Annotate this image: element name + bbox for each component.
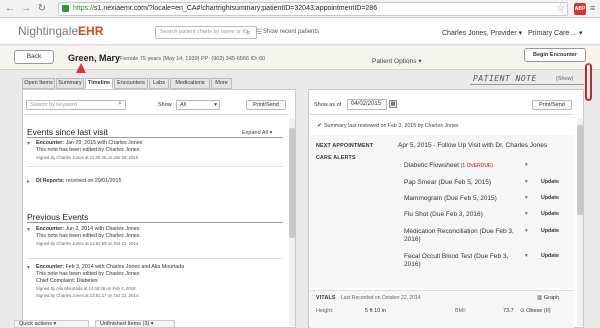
- care-alert-item[interactable]: Diabetic Flowsheet (1 OVERDUE): [404, 162, 493, 169]
- patient-note-title: PATIENT NOTE: [473, 74, 537, 83]
- browser-menu-icon[interactable]: ≡: [590, 3, 598, 13]
- begin-encounter-button[interactable]: Begin Encounter: [524, 48, 586, 62]
- checkmark-icon: ✔: [317, 123, 323, 129]
- recent-patients-link[interactable]: Show recent patients: [263, 29, 319, 35]
- patient-info: Female 75 years (May 14, 1939) PP: (902)…: [120, 56, 266, 62]
- show-filter-select[interactable]: All ▾: [176, 100, 220, 110]
- left-scrollbar-thumb[interactable]: [289, 128, 295, 238]
- paperclip-icon: [585, 63, 592, 101]
- practice-dropdown[interactable]: Primary Care ... ▾: [528, 29, 582, 37]
- reload-icon[interactable]: ↻: [36, 3, 48, 15]
- care-alert-item[interactable]: Pap Smear (Due Feb 5, 2015): [404, 179, 491, 186]
- care-alert-item[interactable]: Medication Reconciliation (Due Feb 3, 201…: [404, 228, 522, 244]
- left-print-send-button[interactable]: Print/Send: [246, 100, 286, 110]
- as-of-date-input[interactable]: 04/02/2015: [347, 99, 387, 110]
- timeline-event-encounter[interactable]: Encounter: Jun 2, 2014 with Charles Jone…: [36, 226, 276, 247]
- tab-labs[interactable]: Labs: [149, 78, 169, 89]
- events-since-title: Events since last visit: [27, 127, 108, 137]
- collapse-chevron-icon[interactable]: ▾: [27, 226, 30, 233]
- care-alert-item[interactable]: Fecal Occult Blood Test (Due Feb 3, 2016): [404, 253, 522, 269]
- right-scrollbar-thumb[interactable]: [577, 125, 583, 215]
- height-label: Height:: [316, 308, 334, 314]
- bookmark-star-icon[interactable]: ☆: [556, 3, 565, 14]
- address-bar[interactable]: https://s1.nexiaemr.com/?locale=en_CA#!c…: [58, 2, 568, 16]
- keyword-search-icon[interactable]: ⌕: [118, 100, 122, 108]
- tab-summary[interactable]: Summary: [56, 78, 84, 89]
- app-logo[interactable]: NightingaleEHR: [18, 24, 103, 38]
- height-value: 5 ft 10 in: [365, 308, 387, 314]
- right-print-send-button[interactable]: Print/Send: [532, 100, 572, 110]
- calendar-icon[interactable]: ▦: [389, 100, 397, 108]
- previous-events-title: Previous Events: [27, 212, 89, 222]
- vitals-label: VITALS: [316, 295, 336, 301]
- tab-medications[interactable]: Medications: [170, 78, 210, 89]
- alert-update-link[interactable]: Update: [541, 195, 559, 201]
- show-as-of-label: Show as of: [314, 102, 342, 108]
- right-toolbar-divider: [310, 114, 574, 115]
- alert-update-link[interactable]: Update: [541, 228, 559, 234]
- collapse-chevron-icon[interactable]: ▾: [27, 140, 30, 147]
- recent-patients-icon[interactable]: ☰: [256, 28, 262, 36]
- alert-update-link[interactable]: Update: [541, 211, 559, 217]
- care-alerts-label: CARE ALERTS: [316, 155, 356, 161]
- alert-update-link[interactable]: Update: [541, 179, 559, 185]
- tab-open-items[interactable]: Open Items: [22, 78, 55, 89]
- alert-update-link[interactable]: Update: [541, 253, 559, 259]
- patient-note-show-link[interactable]: (Show): [556, 76, 573, 82]
- back-button[interactable]: Back: [14, 50, 54, 64]
- bmi-status: ⊙ Obese (II): [520, 308, 551, 314]
- tab-encounters[interactable]: Encounters: [114, 78, 148, 89]
- adblock-extension-icon[interactable]: ABP: [574, 3, 586, 15]
- back-arrow-icon[interactable]: ←: [4, 3, 16, 15]
- bmi-label: BMI:: [455, 308, 467, 314]
- care-alert-item[interactable]: Mammogram (Due Feb 5, 2015): [404, 195, 497, 202]
- patient-search-input[interactable]: Search patient charts by name or ID: [155, 26, 257, 39]
- show-filter-label: Show: [158, 102, 172, 108]
- previous-events-divider: [27, 222, 283, 223]
- next-appointment-label: NEXT APPOINTMENT: [316, 143, 374, 149]
- collapse-chevron-icon[interactable]: ▾: [27, 264, 30, 271]
- mouse-cursor-icon: [76, 63, 86, 73]
- event-separator: [27, 166, 283, 167]
- vitals-recorded-text: Last Recorded on October 22, 2014: [341, 295, 421, 301]
- left-toolbar-divider: [24, 114, 288, 115]
- alert-dropdown-icon[interactable]: ▾: [525, 162, 528, 168]
- timeline-event-encounter[interactable]: Encounter: Feb 3, 2014 with Charles Jone…: [36, 264, 276, 299]
- patient-name[interactable]: Green, Mary: [68, 53, 120, 63]
- care-alert-item[interactable]: Flu Shot (Due Feb 3, 2016): [404, 211, 483, 218]
- forward-arrow-icon[interactable]: →: [20, 3, 32, 15]
- lock-icon: [62, 5, 69, 12]
- alert-dropdown-icon[interactable]: ▾: [525, 179, 528, 185]
- alert-dropdown-icon[interactable]: ▾: [525, 253, 528, 259]
- vitals-graph-link[interactable]: ▥ Graph: [537, 295, 559, 301]
- event-separator: [27, 258, 283, 259]
- expand-chevron-icon[interactable]: ▸: [27, 178, 30, 185]
- provider-dropdown[interactable]: Charles Jones, Provider ▾: [442, 29, 522, 37]
- events-since-divider: [27, 137, 283, 138]
- patient-note-divider: [470, 84, 584, 85]
- bmi-value: 73.7: [503, 308, 514, 314]
- summary-reviewed-text: Summary last reviewed on Feb 3, 2015 by …: [324, 123, 459, 129]
- unfinished-items-button[interactable]: Unfinished Items (3) ▾: [95, 320, 175, 328]
- tab-more[interactable]: More: [211, 78, 232, 89]
- search-icon[interactable]: ⌕: [246, 28, 250, 38]
- alert-dropdown-icon[interactable]: ▾: [525, 228, 528, 234]
- next-appointment-value[interactable]: Apr 5, 2015 - Follow Up Visit with Dr. C…: [398, 142, 547, 149]
- timeline-event-di-reports[interactable]: DI Reports: received on 29/01/2015: [36, 178, 276, 185]
- alert-dropdown-icon[interactable]: ▾: [525, 211, 528, 217]
- timeline-event-encounter[interactable]: Encounter: Jan 29, 2015 with Charles Jon…: [36, 140, 276, 161]
- tab-timeline[interactable]: Timeline: [85, 78, 113, 89]
- keyword-search-input[interactable]: Search by keyword: [26, 100, 126, 110]
- patient-options-dropdown[interactable]: Patient Options ▾: [372, 57, 422, 65]
- expand-all-dropdown[interactable]: Expand All ▾: [242, 130, 272, 136]
- alert-dropdown-icon[interactable]: ▾: [525, 195, 528, 201]
- quick-actions-button[interactable]: Quick actions ▾: [14, 320, 89, 328]
